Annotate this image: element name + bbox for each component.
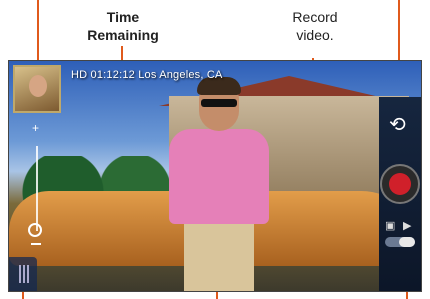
record-button[interactable] <box>380 164 420 204</box>
camera-video-mode-toggle[interactable] <box>385 237 415 247</box>
switch-camera-icon[interactable]: ⟲ <box>389 115 406 135</box>
callout-line-thumbnail <box>37 0 39 66</box>
status-line: HD 01:12:12 Los Angeles, CA <box>71 69 223 81</box>
zoom-slider[interactable] <box>36 146 38 231</box>
person-subject <box>159 77 279 291</box>
record-icon <box>389 173 411 195</box>
zoom-in-icon[interactable]: + <box>32 121 39 135</box>
camera-viewfinder: HD 01:12:12 Los Angeles, CA + ⟲ ▣ ▶ <box>8 60 422 292</box>
camera-control-panel: ⟲ ▣ ▶ <box>379 97 421 291</box>
zoom-slider-knob[interactable] <box>28 223 42 237</box>
camera-icon: ▣ <box>385 220 396 232</box>
menu-handle[interactable] <box>9 257 37 291</box>
video-icon: ▶ <box>403 220 412 232</box>
record-video-callout: Record video. <box>292 9 338 43</box>
zoom-out-icon[interactable] <box>31 243 41 245</box>
time-remaining-callout: Time Remaining <box>87 9 159 43</box>
last-video-thumbnail[interactable] <box>13 65 61 113</box>
